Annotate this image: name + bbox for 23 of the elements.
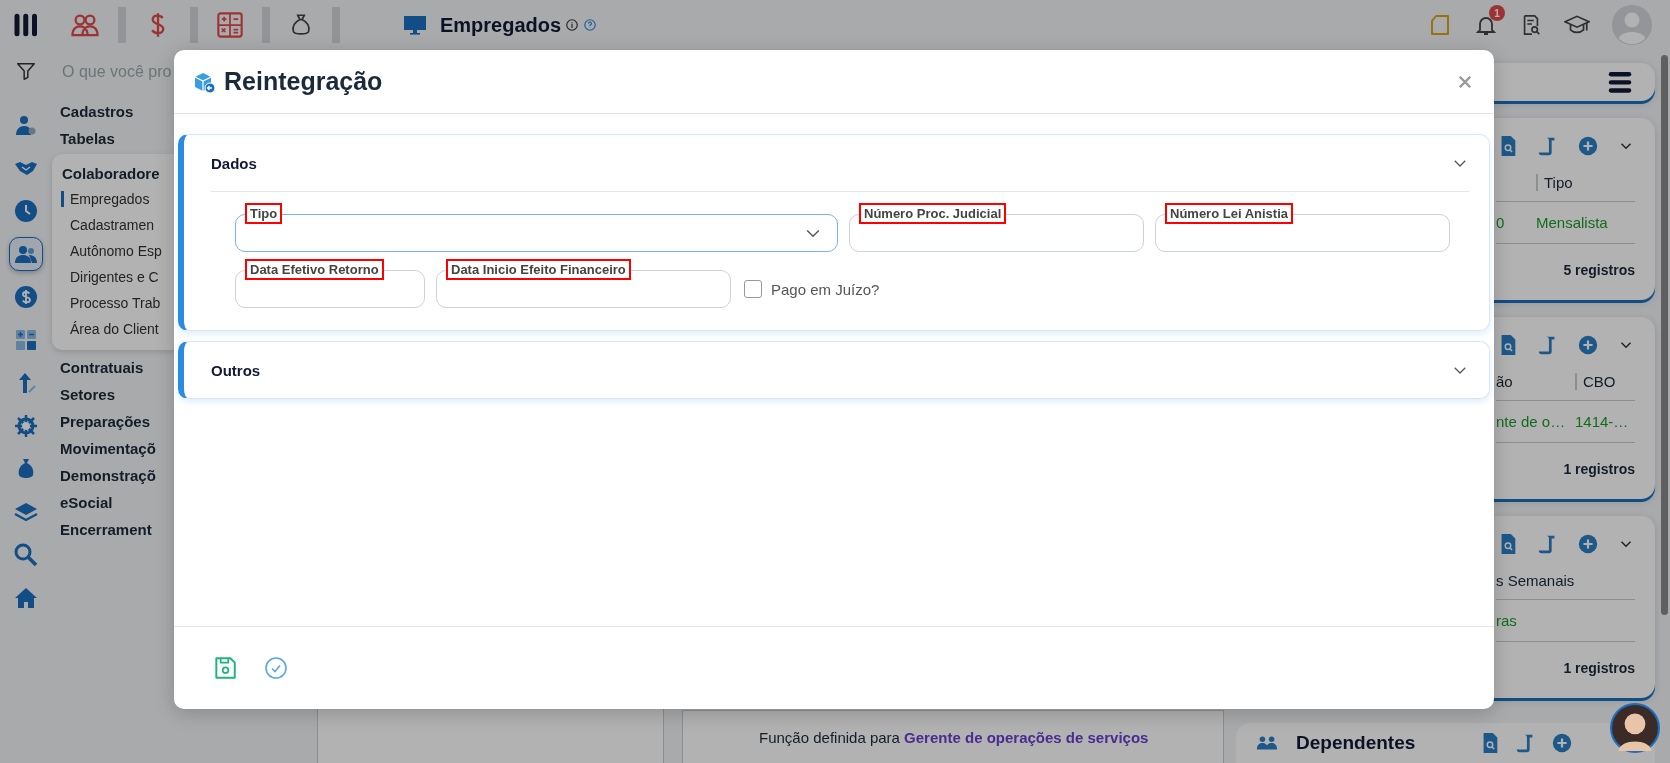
field-label: Data Efetivo Retorno <box>245 259 384 280</box>
column-header: CBO <box>1575 373 1616 391</box>
record-count: 5 registros <box>1562 261 1635 279</box>
table-cell: nte de o… <box>1496 413 1566 431</box>
table-cell: 0 <box>1496 214 1505 232</box>
table-cell: 1414-… <box>1575 413 1629 431</box>
column-header: s Semanais <box>1496 572 1575 590</box>
section-title: Dependentes <box>1296 732 1416 755</box>
field-label: Tipo <box>245 203 283 224</box>
page-title: Empregados <box>440 13 562 37</box>
record-count: 1 registros <box>1562 460 1635 478</box>
field-label: Número Proc. Judicial <box>859 203 1007 224</box>
field-label: Número Lei Anistia <box>1165 203 1293 224</box>
dialog-title: Reintegração <box>224 67 383 96</box>
column-header: Tipo <box>1536 174 1573 192</box>
notification-badge: 1 <box>1489 5 1505 21</box>
column-header: ão <box>1496 373 1513 391</box>
table-cell: ras <box>1496 612 1517 630</box>
record-count: 1 registros <box>1562 659 1635 677</box>
function-text: Função definida para Gerente de operações de serviços <box>759 728 1149 746</box>
field-label: Data Inicio Efeito Financeiro <box>446 259 631 280</box>
table-cell: Mensalista <box>1536 214 1608 232</box>
checkbox-label: Pago em Juízo? <box>771 280 880 298</box>
